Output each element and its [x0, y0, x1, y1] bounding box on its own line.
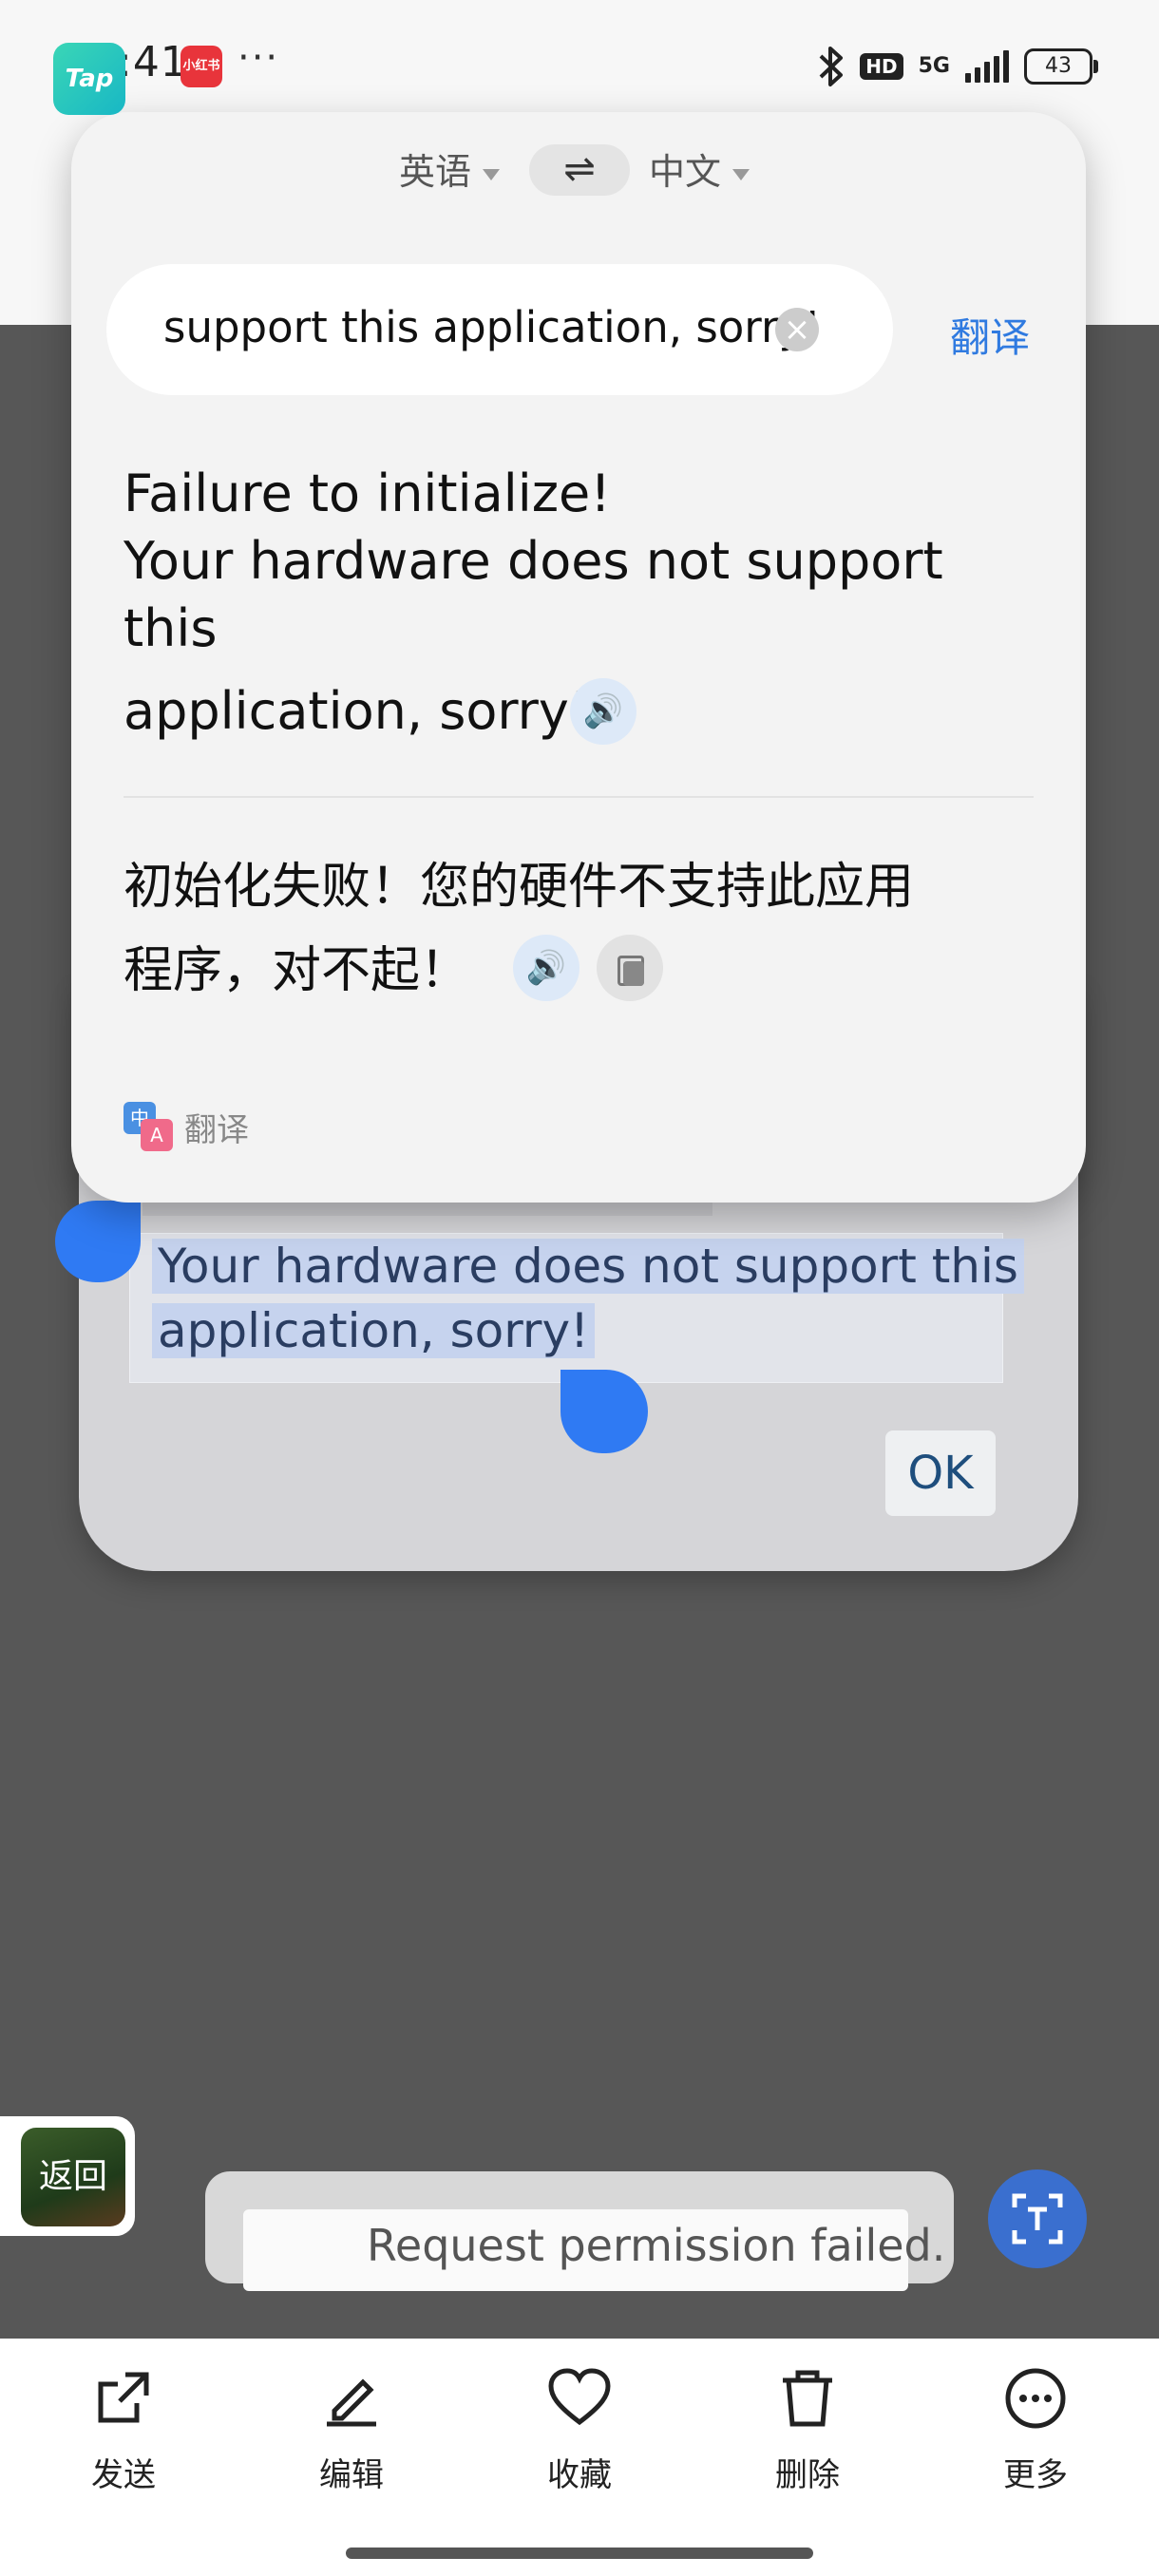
source-text-line: Your hardware does not support this — [124, 531, 943, 658]
signal-icon — [965, 50, 1009, 83]
back-floating-button[interactable]: 返回 — [0, 2116, 135, 2236]
translation-input-text[interactable]: support this application, sorry! — [163, 302, 821, 352]
selection-end-handle[interactable] — [560, 1370, 648, 1453]
source-language-label: 英语 — [399, 151, 472, 193]
edit-button[interactable]: 编辑 — [285, 2367, 418, 2495]
translate-app-icon: 中 A — [124, 1102, 173, 1151]
send-button[interactable]: 发送 — [57, 2367, 190, 2495]
speaker-icon[interactable]: 🔊 — [570, 678, 636, 745]
source-language-select[interactable]: 英语 — [399, 142, 501, 195]
speaker-icon[interactable]: 🔊 — [513, 935, 580, 1001]
translator-brand: 中 A 翻译 — [124, 1102, 249, 1151]
dialog-message-line[interactable]: Your hardware does not support this — [152, 1239, 1024, 1294]
dialog-message-line[interactable]: application, sorry! — [152, 1303, 596, 1358]
network-type-label: 5G — [918, 54, 950, 78]
battery-icon: 43 — [1024, 48, 1098, 85]
divider — [124, 796, 1034, 798]
target-language-select[interactable]: 中文 — [649, 142, 750, 195]
delete-button[interactable]: 删除 — [741, 2367, 874, 2495]
edit-icon — [285, 2367, 418, 2443]
selection-start-handle[interactable] — [55, 1201, 141, 1282]
translated-text-line: 初始化失败！您的硬件不支持此应用 — [124, 859, 915, 916]
favorite-button[interactable]: 收藏 — [513, 2367, 646, 2495]
copy-icon[interactable] — [597, 935, 663, 1001]
clear-input-button[interactable]: × — [775, 308, 819, 351]
heart-icon — [513, 2367, 646, 2443]
swap-languages-button[interactable]: ⇌ — [529, 144, 630, 196]
trash-icon — [741, 2367, 874, 2443]
bluetooth-icon — [819, 47, 844, 86]
tap-app-icon: Tap — [53, 43, 125, 115]
status-icons: HD 5G 43 — [818, 42, 1098, 91]
dropdown-arrow-icon — [732, 168, 750, 180]
ok-button[interactable]: OK — [885, 1430, 996, 1516]
toast-message: Request permission failed. — [367, 2220, 946, 2271]
more-button[interactable]: 更多 — [969, 2367, 1102, 2495]
delete-label: 删除 — [775, 2456, 840, 2494]
share-icon — [57, 2367, 190, 2443]
edit-label: 编辑 — [319, 2456, 384, 2494]
home-indicator[interactable] — [346, 2548, 813, 2559]
source-text: Failure to initialize! Your hardware doe… — [124, 460, 960, 745]
translate-button[interactable]: 翻译 — [950, 306, 1030, 364]
more-icon — [969, 2367, 1102, 2443]
send-label: 发送 — [91, 2456, 156, 2494]
translator-brand-label: 翻译 — [184, 1110, 249, 1149]
source-text-line: Failure to initialize! — [124, 464, 611, 523]
more-label: 更多 — [1003, 2456, 1068, 2494]
dropdown-arrow-icon — [483, 168, 501, 180]
text-scan-button[interactable] — [988, 2169, 1087, 2268]
app-notification-icon: 小红书 — [180, 46, 222, 87]
favorite-label: 收藏 — [547, 2456, 612, 2494]
bottom-toolbar: 发送 编辑 收藏 删除 更多 — [0, 2339, 1159, 2576]
more-notifications-icon: ··· — [238, 36, 280, 80]
translation-input[interactable]: support this application, sorry! × — [106, 264, 893, 395]
hd-icon: HD — [860, 53, 903, 80]
target-language-label: 中文 — [649, 151, 722, 193]
scan-text-icon — [1012, 2193, 1063, 2245]
back-label: 返回 — [21, 2128, 125, 2226]
source-text-line: application, sorry! — [124, 681, 590, 741]
